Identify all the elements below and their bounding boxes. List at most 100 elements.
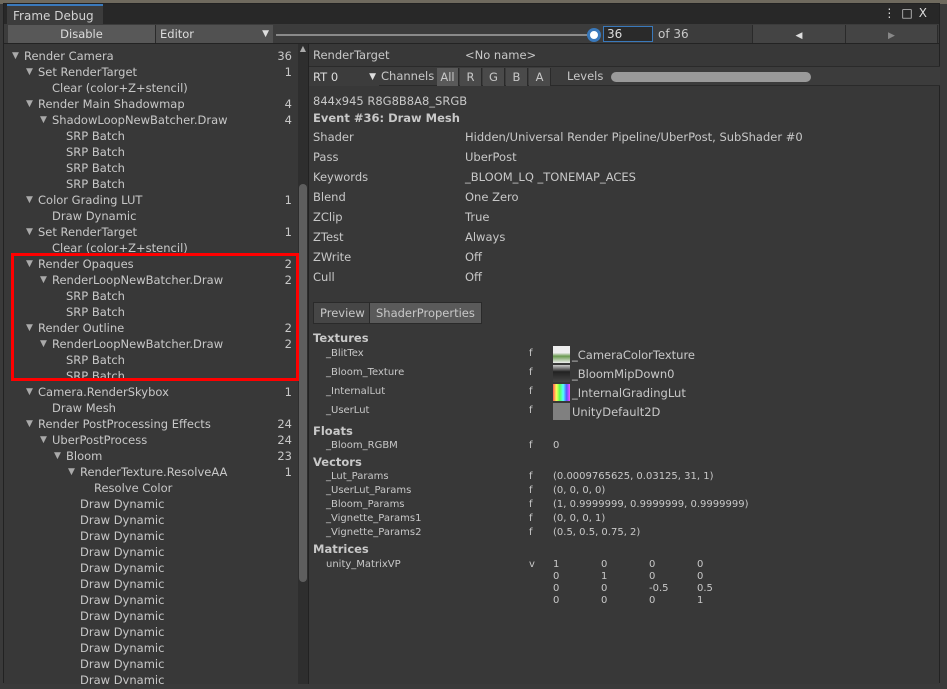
tree-scrollbar[interactable]: ▲ [298, 44, 308, 684]
event-slider-handle[interactable] [587, 28, 601, 42]
tree-item[interactable]: ▼ Color Grading LUT 1 [4, 192, 298, 208]
tree-item[interactable]: Draw Dynamic [4, 672, 298, 684]
tree-item[interactable]: SRP Batch [4, 176, 298, 192]
texture-name: _UserLut [326, 405, 370, 416]
matrices-header: Matrices [313, 542, 369, 556]
channel-all[interactable]: All [437, 68, 459, 86]
render-target-label: RenderTarget [313, 48, 390, 62]
expand-arrow-icon[interactable]: ▼ [26, 224, 33, 240]
matrix-cell: 1 [601, 571, 608, 582]
expand-arrow-icon[interactable]: ▼ [26, 192, 33, 208]
tree-item-count: 23 [277, 449, 292, 463]
channels-label: Channels [381, 69, 435, 83]
tree-item[interactable]: ▼ Camera.RenderSkybox 1 [4, 384, 298, 400]
tree-item[interactable]: ▼ Bloom 23 [4, 448, 298, 464]
tree-item[interactable]: Draw Dynamic [4, 544, 298, 560]
scrollbar-thumb[interactable] [299, 184, 307, 582]
tree-item[interactable]: Draw Dynamic [4, 560, 298, 576]
property-label: Pass [313, 150, 339, 164]
tree-item[interactable]: Draw Dynamic [4, 640, 298, 656]
frame-debugger-window: Frame Debug ⋮□X Disable Editor ▼ 36 of 36… [3, 3, 940, 684]
property-value: (0.5, 0.5, 0.75, 2) [553, 527, 641, 538]
tree-item[interactable]: Clear (color+Z+stencil) [4, 80, 298, 96]
maximize-icon[interactable]: □ [901, 6, 918, 20]
tree-item[interactable]: Draw Dynamic [4, 528, 298, 544]
expand-arrow-icon[interactable]: ▼ [26, 96, 33, 112]
kebab-icon[interactable]: ⋮ [883, 6, 901, 20]
highlight-box [11, 253, 299, 381]
tree-item-label: Set RenderTarget [38, 225, 138, 239]
tree-item[interactable]: ▼ ShadowLoopNewBatcher.Draw 4 [4, 112, 298, 128]
tab-preview[interactable]: Preview [313, 302, 372, 324]
expand-arrow-icon[interactable]: ▼ [68, 464, 75, 480]
tree-item[interactable]: SRP Batch [4, 144, 298, 160]
prev-event-button[interactable]: ◀ [752, 25, 846, 43]
window-buttons: ⋮□X [883, 6, 933, 20]
texture-thumbnail[interactable] [553, 403, 570, 420]
channel-a[interactable]: A [529, 68, 551, 86]
expand-arrow-icon[interactable]: ▼ [40, 112, 47, 128]
tree-item[interactable]: ▼ Set RenderTarget 1 [4, 64, 298, 80]
tree-item[interactable]: Draw Dynamic [4, 496, 298, 512]
property-value: Always [465, 230, 506, 244]
scroll-up-icon[interactable]: ▲ [298, 44, 308, 53]
tree-item[interactable]: Draw Dynamic [4, 592, 298, 608]
tree-item[interactable]: ▼ UberPostProcess 24 [4, 432, 298, 448]
matrix-cell: 0 [601, 559, 608, 570]
expand-arrow-icon[interactable]: ▼ [26, 384, 33, 400]
matrix-cell: 1 [553, 559, 560, 570]
tree-item[interactable]: Draw Dynamic [4, 208, 298, 224]
tree-item[interactable]: ▼ Render Main Shadowmap 4 [4, 96, 298, 112]
tree-item-label: Draw Dynamic [80, 609, 165, 623]
tree-item[interactable]: Draw Dynamic [4, 512, 298, 528]
tree-item[interactable]: ▼ Set RenderTarget 1 [4, 224, 298, 240]
channel-b[interactable]: B [506, 68, 528, 86]
event-slider[interactable] [276, 34, 594, 36]
tree-item-label: Draw Dynamic [80, 641, 165, 655]
texture-name: _BlitTex [326, 348, 364, 359]
tree-item[interactable]: Draw Dynamic [4, 624, 298, 640]
rt-select[interactable]: RT 0 ▼ [309, 68, 379, 86]
tree-item[interactable]: Draw Dynamic [4, 608, 298, 624]
target-select[interactable]: Editor ▼ [156, 25, 273, 43]
matrix-cell: 0 [649, 595, 656, 606]
expand-arrow-icon[interactable]: ▼ [26, 64, 33, 80]
levels-slider[interactable] [611, 72, 811, 82]
tree-item-count: 36 [277, 49, 292, 63]
tree-item[interactable]: ▼ Render Camera 36 [4, 48, 298, 64]
event-index-input[interactable]: 36 [603, 26, 653, 42]
tree-item-label: Resolve Color [94, 481, 173, 495]
matrix-cell: 0 [553, 571, 560, 582]
matrix-cell: 0 [553, 583, 560, 594]
tree-item[interactable]: ▼ RenderTexture.ResolveAA 1 [4, 464, 298, 480]
channel-g[interactable]: G [483, 68, 505, 86]
tab-frame-debug[interactable]: Frame Debug [7, 4, 103, 24]
texture-type: f [529, 367, 533, 378]
tree-item[interactable]: SRP Batch [4, 128, 298, 144]
disable-button[interactable]: Disable [8, 25, 156, 43]
tree-item[interactable]: SRP Batch [4, 160, 298, 176]
texture-thumbnail[interactable] [553, 346, 570, 363]
render-target-value: <No name> [465, 48, 537, 62]
tree-item-count: 1 [284, 193, 292, 207]
property-value: Hidden/Universal Render Pipeline/UberPos… [465, 130, 803, 144]
matrix-cell: -0.5 [649, 583, 669, 594]
tree-item[interactable]: ▼ Render PostProcessing Effects 24 [4, 416, 298, 432]
close-icon[interactable]: X [919, 6, 933, 20]
tab-shader-properties[interactable]: ShaderProperties [369, 302, 482, 324]
texture-thumbnail[interactable] [553, 365, 570, 382]
tree-item[interactable]: Draw Dynamic [4, 656, 298, 672]
texture-name: _Bloom_Texture [326, 367, 405, 378]
expand-arrow-icon[interactable]: ▼ [54, 448, 61, 464]
expand-arrow-icon[interactable]: ▼ [12, 48, 19, 64]
expand-arrow-icon[interactable]: ▼ [40, 432, 47, 448]
texture-thumbnail[interactable] [553, 384, 570, 401]
tree-item-label: Bloom [66, 449, 103, 463]
tree-item[interactable]: Draw Dynamic [4, 576, 298, 592]
tree-item[interactable]: Resolve Color [4, 480, 298, 496]
channel-r[interactable]: R [460, 68, 482, 86]
tree-item[interactable]: Draw Mesh [4, 400, 298, 416]
expand-arrow-icon[interactable]: ▼ [26, 416, 33, 432]
matrix-cell: 0 [697, 559, 704, 570]
next-event-button[interactable]: ▶ [846, 25, 938, 43]
